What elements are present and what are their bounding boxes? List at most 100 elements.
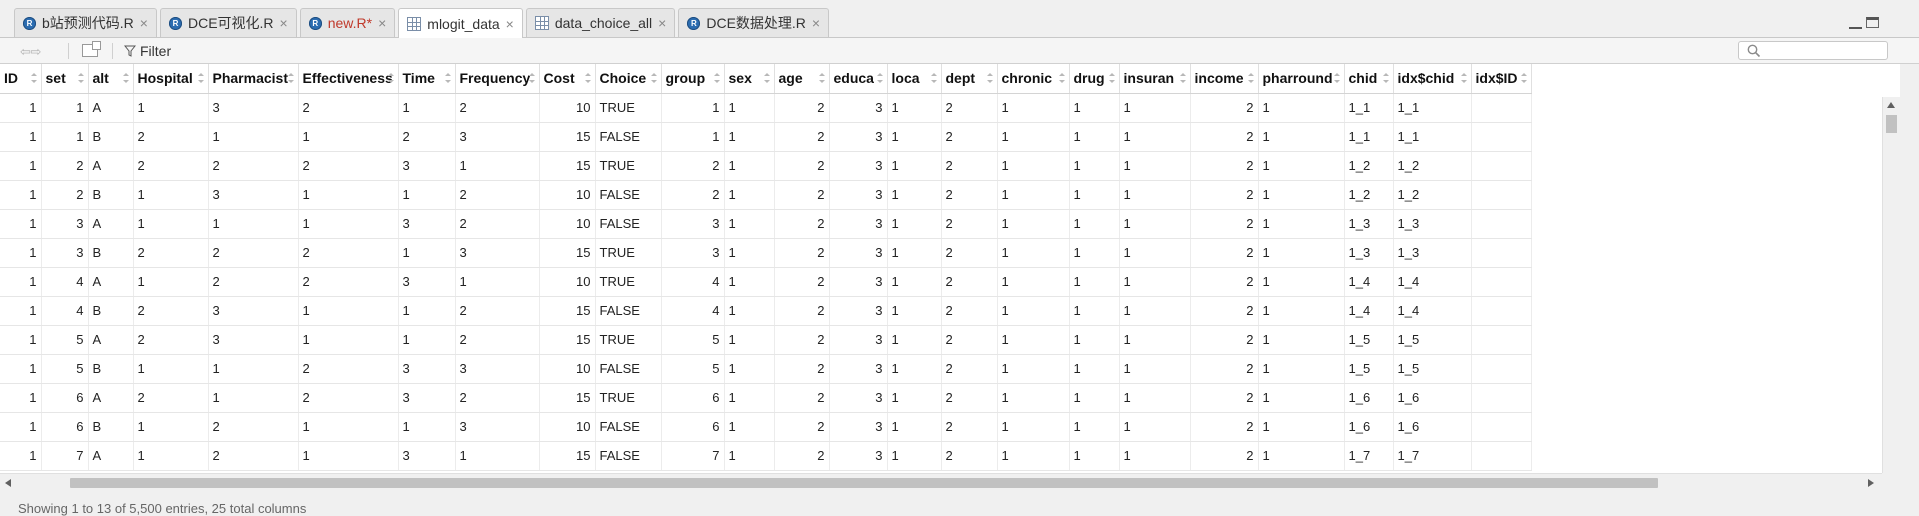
tab-0[interactable]: Rb站预测代码.R × bbox=[14, 8, 157, 37]
column-header[interactable]: drug bbox=[1069, 64, 1120, 94]
sort-icon[interactable] bbox=[287, 73, 294, 83]
table-cell: 1_2 bbox=[1393, 180, 1472, 210]
sort-icon[interactable] bbox=[77, 73, 84, 83]
column-header[interactable]: idx$chid bbox=[1393, 64, 1472, 94]
minimize-pane-icon[interactable] bbox=[1849, 21, 1862, 29]
table-row[interactable]: 1 3 A 1 1 1 3 2 10 FALSE 3 1 2 3 1 2 1 1 1 2 1 1_3 1_3 bbox=[0, 209, 1532, 239]
table-cell: 1 bbox=[0, 151, 42, 181]
column-header[interactable]: pharround bbox=[1258, 64, 1345, 94]
column-header[interactable]: Choice bbox=[595, 64, 662, 94]
filter-button[interactable]: Filter bbox=[124, 43, 171, 59]
column-header[interactable]: educa bbox=[829, 64, 888, 94]
column-header-label: ID bbox=[4, 70, 18, 87]
sort-icon[interactable] bbox=[1520, 73, 1527, 83]
column-header[interactable]: Cost bbox=[539, 64, 596, 94]
close-tab-icon[interactable]: × bbox=[658, 15, 666, 31]
tab-4[interactable]: data_choice_all × bbox=[525, 8, 676, 37]
tab-2[interactable]: Rnew.R* × bbox=[299, 8, 396, 37]
sort-icon[interactable] bbox=[763, 73, 770, 83]
column-header[interactable]: Effectiveness bbox=[298, 64, 399, 94]
table-row[interactable]: 1 1 A 1 3 2 1 2 10 TRUE 1 1 2 3 1 2 1 1 1 2 1 1_1 1_1 bbox=[0, 93, 1532, 123]
sort-icon[interactable] bbox=[986, 73, 993, 83]
back-arrow-icon[interactable]: ⇦ bbox=[20, 44, 31, 59]
forward-arrow-icon[interactable]: ⇨ bbox=[31, 44, 42, 59]
table-row[interactable]: 1 2 A 2 2 2 3 1 15 TRUE 2 1 2 3 1 2 1 1 1 2 1 1_2 1_2 bbox=[0, 151, 1532, 181]
tab-3[interactable]: mlogit_data × bbox=[398, 8, 523, 38]
table-cell: 1 bbox=[1258, 325, 1345, 355]
column-header[interactable]: sex bbox=[724, 64, 775, 94]
sort-icon[interactable] bbox=[876, 73, 883, 83]
table-cell: 1 bbox=[0, 325, 42, 355]
column-header[interactable]: group bbox=[661, 64, 725, 94]
close-tab-icon[interactable]: × bbox=[378, 15, 386, 31]
show-in-new-window-icon[interactable] bbox=[82, 41, 101, 57]
sort-icon[interactable] bbox=[1382, 73, 1389, 83]
column-header-label: group bbox=[665, 70, 706, 87]
sort-icon[interactable] bbox=[818, 73, 825, 83]
column-header[interactable]: Hospital bbox=[133, 64, 209, 94]
sort-icon[interactable] bbox=[1247, 73, 1254, 83]
column-header[interactable]: alt bbox=[88, 64, 134, 94]
sort-icon[interactable] bbox=[1333, 73, 1340, 83]
scroll-up-arrow-icon[interactable] bbox=[1887, 102, 1895, 108]
close-tab-icon[interactable]: × bbox=[812, 15, 820, 31]
sort-icon[interactable] bbox=[713, 73, 720, 83]
column-header[interactable]: ID bbox=[0, 64, 42, 94]
sort-icon[interactable] bbox=[197, 73, 204, 83]
sort-icon[interactable] bbox=[1460, 73, 1467, 83]
column-header[interactable]: chid bbox=[1344, 64, 1394, 94]
table-row[interactable]: 1 5 B 1 1 2 3 3 10 FALSE 5 1 2 3 1 2 1 1 1 2 1 1_5 1_5 bbox=[0, 354, 1532, 384]
sort-icon[interactable] bbox=[1058, 73, 1065, 83]
column-header[interactable]: idx$ID bbox=[1471, 64, 1532, 94]
table-row[interactable]: 1 2 B 1 3 1 1 2 10 FALSE 2 1 2 3 1 2 1 1 1 2 1 1_2 1_2 bbox=[0, 180, 1532, 210]
table-cell: 1 bbox=[208, 209, 299, 239]
tab-list: Rb站预测代码.R × R DCE可视化.R × Rnew.R* × mlogit_data ×… bbox=[14, 8, 832, 38]
table-row[interactable]: 1 3 B 2 2 2 1 3 15 TRUE 3 1 2 3 1 2 1 1 1 2 1 1_3 1_3 bbox=[0, 238, 1532, 268]
column-header[interactable]: set bbox=[41, 64, 89, 94]
horizontal-scrollbar[interactable] bbox=[0, 473, 1882, 491]
column-header[interactable]: age bbox=[774, 64, 830, 94]
table-row[interactable]: 1 5 A 2 3 1 1 2 15 TRUE 5 1 2 3 1 2 1 1 1 2 1 1_5 1_5 bbox=[0, 325, 1532, 355]
scroll-left-arrow-icon[interactable] bbox=[5, 479, 11, 487]
tab-5[interactable]: R DCE数据处理.R × bbox=[678, 8, 830, 37]
sort-icon[interactable] bbox=[444, 73, 451, 83]
column-header[interactable]: loca bbox=[887, 64, 942, 94]
table-cell: 1 bbox=[398, 325, 456, 355]
column-header[interactable]: insuran bbox=[1119, 64, 1191, 94]
sort-icon[interactable] bbox=[1179, 73, 1186, 83]
sort-icon[interactable] bbox=[930, 73, 937, 83]
maximize-pane-icon[interactable] bbox=[1866, 17, 1879, 28]
close-tab-icon[interactable]: × bbox=[280, 15, 288, 31]
scroll-right-arrow-icon[interactable] bbox=[1868, 479, 1874, 487]
sort-icon[interactable] bbox=[528, 73, 535, 83]
table-cell: B bbox=[88, 412, 134, 442]
search-input[interactable] bbox=[1738, 41, 1888, 60]
sort-icon[interactable] bbox=[387, 73, 394, 83]
table-row[interactable]: 1 6 A 2 1 2 3 2 15 TRUE 6 1 2 3 1 2 1 1 1 2 1 1_6 1_6 bbox=[0, 383, 1532, 413]
column-header[interactable]: chronic bbox=[997, 64, 1070, 94]
table-row[interactable]: 1 4 B 2 3 1 1 2 15 FALSE 4 1 2 3 1 2 1 1 1 2 1 1_4 1_4 bbox=[0, 296, 1532, 326]
column-header[interactable]: income bbox=[1190, 64, 1259, 94]
table-row[interactable]: 1 4 A 1 2 2 3 1 10 TRUE 4 1 2 3 1 2 1 1 1 2 1 1_4 1_4 bbox=[0, 267, 1532, 297]
column-header[interactable]: Time bbox=[398, 64, 456, 94]
close-tab-icon[interactable]: × bbox=[506, 16, 514, 32]
table-cell: 1 bbox=[724, 238, 775, 268]
table-row[interactable]: 1 6 B 1 2 1 1 3 10 FALSE 6 1 2 3 1 2 1 1 1 2 1 1_6 1_6 bbox=[0, 412, 1532, 442]
sort-icon[interactable] bbox=[1108, 73, 1115, 83]
sort-icon[interactable] bbox=[122, 73, 129, 83]
horizontal-scroll-thumb[interactable] bbox=[70, 478, 1658, 488]
close-tab-icon[interactable]: × bbox=[140, 15, 148, 31]
table-cell: 2 bbox=[133, 238, 209, 268]
tab-1[interactable]: R DCE可视化.R × bbox=[159, 8, 297, 37]
vertical-scroll-thumb[interactable] bbox=[1886, 115, 1897, 133]
column-header[interactable]: Pharmacist bbox=[208, 64, 299, 94]
sort-icon[interactable] bbox=[650, 73, 657, 83]
tab-label: b站预测代码.R bbox=[42, 15, 134, 31]
column-header[interactable]: Frequency bbox=[455, 64, 540, 94]
sort-icon[interactable] bbox=[584, 73, 591, 83]
sort-icon[interactable] bbox=[30, 73, 37, 83]
vertical-scrollbar[interactable] bbox=[1882, 97, 1900, 473]
column-header[interactable]: dept bbox=[941, 64, 998, 94]
table-row[interactable]: 1 1 B 2 1 1 2 3 15 FALSE 1 1 2 3 1 2 1 1 1 2 1 1_1 1_1 bbox=[0, 122, 1532, 152]
table-row[interactable]: 1 7 A 1 2 1 3 1 15 FALSE 7 1 2 3 1 2 1 1 1 2 1 1_7 1_7 bbox=[0, 441, 1532, 471]
